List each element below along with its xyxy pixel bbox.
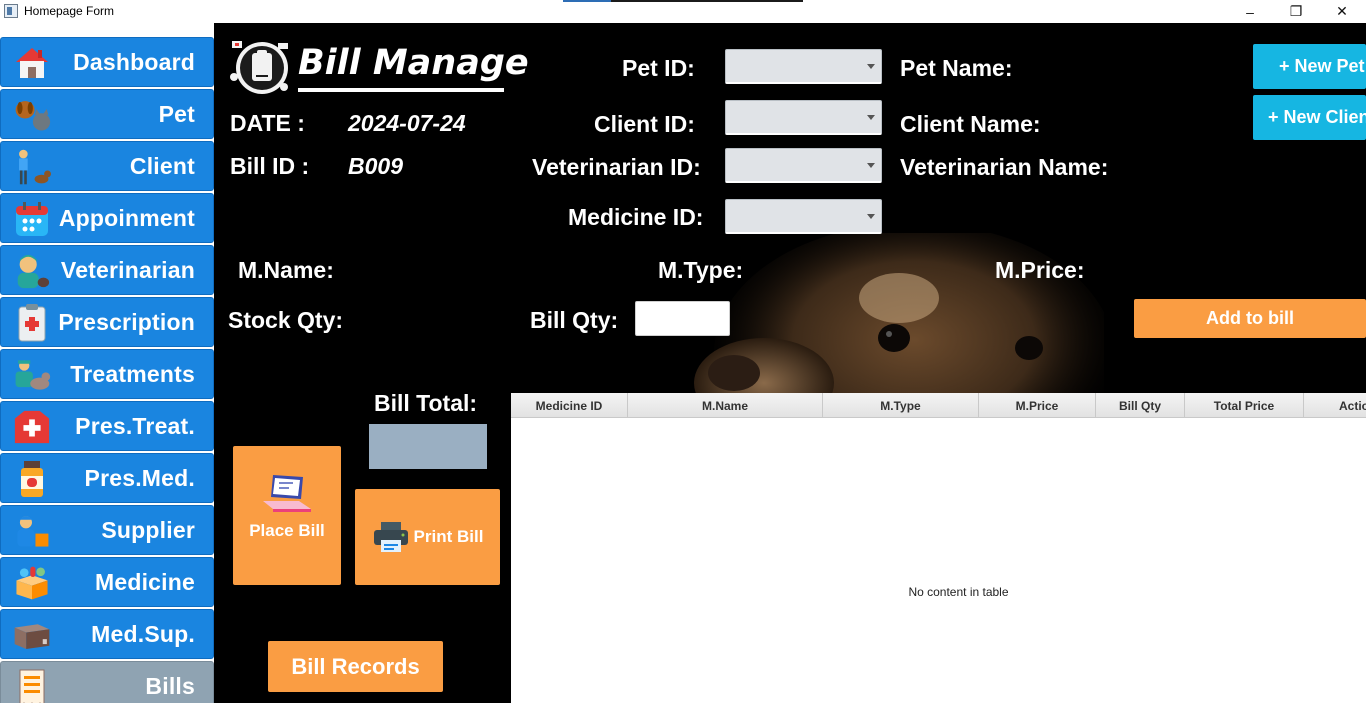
person-with-dog-icon — [13, 149, 51, 185]
sidebar-item-pres-treat[interactable]: Pres.Treat. — [0, 401, 214, 451]
pets-icon — [13, 97, 51, 133]
sidebar-item-client[interactable]: Client — [0, 141, 214, 191]
medicine-price-label: M.Price: — [995, 257, 1085, 283]
calendar-icon — [13, 201, 51, 237]
medicine-id-label: Medicine ID: — [568, 204, 704, 230]
sidebar-item-pet[interactable]: Pet — [0, 89, 214, 139]
window-title: Homepage Form — [24, 4, 115, 18]
sidebar-item-label: Pet — [158, 100, 195, 127]
sidebar-item-prescription[interactable]: Prescription — [0, 297, 214, 347]
print-bill-button[interactable]: Print Bill — [355, 489, 500, 585]
column-header-bill-qty[interactable]: Bill Qty — [1096, 393, 1185, 418]
sidebar-item-label: Dashboard — [73, 48, 195, 75]
sidebar-item-label: Treatments — [70, 360, 195, 387]
date-value: 2024-07-24 — [348, 110, 466, 136]
veterinarian-id-label: Veterinarian ID: — [532, 154, 701, 180]
column-header-m-price[interactable]: M.Price — [979, 393, 1096, 418]
sidebar: Dashboard Pet Client Appoinment Veterina… — [0, 23, 214, 703]
cardboard-box-icon — [13, 617, 51, 653]
sidebar-item-label: Med.Sup. — [91, 620, 195, 647]
new-client-button[interactable]: + New Client — [1253, 95, 1366, 140]
new-pet-button[interactable]: + New Pet — [1253, 44, 1366, 89]
date-label: DATE : — [230, 110, 305, 136]
treatment-icon — [13, 357, 51, 393]
column-header-m-name[interactable]: M.Name — [628, 393, 823, 418]
sidebar-item-med-sup[interactable]: Med.Sup. — [0, 609, 214, 659]
medicine-box-icon — [13, 565, 51, 601]
column-header-action[interactable]: Action — [1304, 393, 1366, 418]
sidebar-item-appoinment[interactable]: Appoinment — [0, 193, 214, 243]
titlebar-accent-line — [563, 0, 803, 2]
sidebar-item-label: Pres.Med. — [84, 464, 195, 491]
column-header-total-price[interactable]: Total Price — [1185, 393, 1304, 418]
page-title: Bill Manage — [298, 43, 529, 83]
printer-icon — [373, 522, 408, 552]
client-name-label: Client Name: — [900, 111, 1041, 137]
first-aid-icon — [13, 409, 51, 445]
client-id-combobox[interactable] — [725, 100, 882, 135]
sidebar-item-medicine[interactable]: Medicine — [0, 557, 214, 607]
client-id-label: Client ID: — [594, 111, 695, 137]
sidebar-item-label: Client — [129, 152, 195, 179]
pet-id-combobox[interactable] — [725, 49, 882, 84]
sidebar-item-dashboard[interactable]: Dashboard — [0, 37, 214, 87]
stock-qty-label: Stock Qty: — [228, 307, 344, 333]
sidebar-item-label: Pres.Treat. — [75, 412, 195, 439]
table-header: Medicine ID M.Name M.Type M.Price Bill Q… — [511, 393, 1366, 418]
veterinarian-name-label: Veterinarian Name: — [900, 154, 1109, 180]
sidebar-item-label: Medicine — [94, 568, 195, 595]
print-bill-label: Print Bill — [413, 527, 484, 546]
column-header-medicine-id[interactable]: Medicine ID — [511, 393, 628, 418]
delivery-man-icon — [13, 513, 51, 549]
pet-id-label: Pet ID: — [622, 55, 695, 81]
bill-id-value: B009 — [348, 153, 403, 179]
bill-manage-panel: Bill Manage DATE : 2024-07-24 Bill ID : … — [214, 23, 1366, 703]
chevron-down-icon — [867, 163, 875, 168]
place-bill-label: Place Bill — [249, 520, 325, 540]
close-button[interactable]: ✕ — [1319, 0, 1365, 23]
title-underline — [298, 88, 504, 92]
chevron-down-icon — [867, 214, 875, 219]
sidebar-item-veterinarian[interactable]: Veterinarian — [0, 245, 214, 295]
sidebar-item-pres-med[interactable]: Pres.Med. — [0, 453, 214, 503]
pet-name-label: Pet Name: — [900, 55, 1013, 81]
bill-logo-icon — [230, 41, 288, 94]
bill-qty-input[interactable] — [635, 301, 730, 336]
receipt-icon — [13, 669, 51, 703]
bill-qty-label: Bill Qty: — [530, 307, 619, 333]
clipboard-icon — [13, 304, 51, 342]
sidebar-item-supplier[interactable]: Supplier — [0, 505, 214, 555]
sidebar-item-label: Veterinarian — [60, 256, 195, 283]
column-header-m-type[interactable]: M.Type — [823, 393, 979, 418]
house-icon — [13, 45, 51, 81]
bill-total-label: Bill Total: — [374, 390, 478, 416]
bill-id-label: Bill ID : — [230, 153, 310, 179]
window-titlebar: Homepage Form – ❐ ✕ — [0, 0, 1366, 23]
sidebar-item-bills[interactable]: Bills — [0, 661, 214, 703]
place-bill-button[interactable]: Place Bill — [233, 446, 341, 585]
bill-records-button[interactable]: Bill Records — [268, 641, 443, 692]
pill-bottle-icon — [13, 461, 51, 497]
chevron-down-icon — [867, 64, 875, 69]
medicine-type-label: M.Type: — [658, 257, 744, 283]
table-empty-message: No content in table — [908, 585, 1009, 599]
chevron-down-icon — [867, 115, 875, 120]
bill-total-value — [369, 424, 487, 469]
sidebar-item-label: Supplier — [101, 516, 195, 543]
app-icon — [4, 4, 18, 18]
sidebar-item-label: Bills — [145, 672, 195, 699]
veterinarian-id-combobox[interactable] — [725, 148, 882, 183]
sidebar-item-label: Prescription — [58, 308, 195, 335]
maximize-button[interactable]: ❐ — [1273, 0, 1319, 23]
bill-items-table[interactable]: Medicine ID M.Name M.Type M.Price Bill Q… — [511, 393, 1366, 703]
medicine-id-combobox[interactable] — [725, 199, 882, 234]
laptop-icon — [263, 474, 311, 512]
veterinarian-icon — [13, 253, 51, 289]
medicine-name-label: M.Name: — [238, 257, 334, 283]
add-to-bill-button[interactable]: Add to bill — [1134, 299, 1366, 338]
sidebar-item-label: Appoinment — [58, 204, 195, 231]
sidebar-item-treatments[interactable]: Treatments — [0, 349, 214, 399]
minimize-button[interactable]: – — [1227, 0, 1273, 23]
